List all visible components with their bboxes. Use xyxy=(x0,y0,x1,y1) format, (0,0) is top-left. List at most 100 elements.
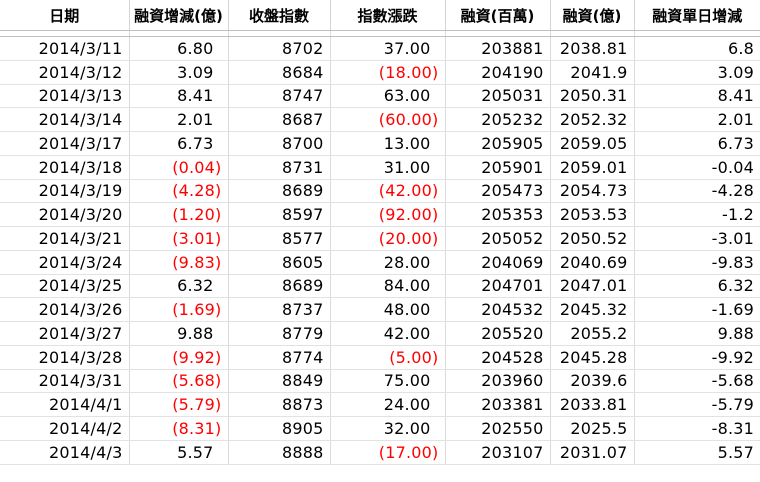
cell-margin-daily-change[interactable]: 9.88 xyxy=(634,321,760,346)
cell-margin-change-yi[interactable]: 6.32 xyxy=(129,274,229,299)
cell-margin-million[interactable]: 204701 xyxy=(445,274,551,299)
cell-margin-daily-change[interactable]: -5.68 xyxy=(634,369,760,394)
cell-margin-million[interactable]: 204532 xyxy=(445,297,551,322)
cell-margin-million[interactable]: 203381 xyxy=(445,392,551,417)
header-close-index[interactable]: 收盤指數 xyxy=(228,0,331,31)
cell-margin-daily-change[interactable]: -1.2 xyxy=(634,202,760,227)
cell-date[interactable]: 2014/4/1 xyxy=(0,392,130,417)
cell-date[interactable]: 2014/3/24 xyxy=(0,250,130,275)
cell-margin-million[interactable]: 203107 xyxy=(445,440,551,465)
cell-date[interactable]: 2014/3/27 xyxy=(0,321,130,346)
cell-margin-daily-change[interactable]: -9.92 xyxy=(634,345,760,370)
cell-margin-daily-change[interactable]: -0.04 xyxy=(634,155,760,180)
cell-margin-million[interactable]: 205353 xyxy=(445,202,551,227)
cell-margin-million[interactable]: 205901 xyxy=(445,155,551,180)
cell-margin-million[interactable]: 202550 xyxy=(445,416,551,441)
cell-close-index[interactable]: 8849 xyxy=(228,369,331,394)
cell-margin-change-yi[interactable]: 5.57 xyxy=(129,440,229,465)
cell-margin-daily-change[interactable]: -4.28 xyxy=(634,179,760,204)
cell-index-change[interactable]: (18.00) xyxy=(330,60,446,85)
cell-date[interactable]: 2014/3/25 xyxy=(0,274,130,299)
cell-close-index[interactable]: 8774 xyxy=(228,345,331,370)
cell-close-index[interactable]: 8731 xyxy=(228,155,331,180)
cell-date[interactable]: 2014/3/11 xyxy=(0,36,130,61)
cell-margin-daily-change[interactable]: -9.83 xyxy=(634,250,760,275)
cell-close-index[interactable]: 8684 xyxy=(228,60,331,85)
cell-margin-change-yi[interactable]: 6.80 xyxy=(129,36,229,61)
cell-margin-million[interactable]: 205520 xyxy=(445,321,551,346)
cell-index-change[interactable]: (92.00) xyxy=(330,202,446,227)
cell-margin-yi[interactable]: 2052.32 xyxy=(550,107,635,132)
header-margin-yi[interactable]: 融資(億) xyxy=(550,0,635,31)
cell-index-change[interactable]: 24.00 xyxy=(330,392,446,417)
cell-index-change[interactable]: 28.00 xyxy=(330,250,446,275)
cell-margin-yi[interactable]: 2025.5 xyxy=(550,416,635,441)
cell-date[interactable]: 2014/3/12 xyxy=(0,60,130,85)
cell-date[interactable]: 2014/3/17 xyxy=(0,131,130,156)
cell-close-index[interactable]: 8597 xyxy=(228,202,331,227)
cell-margin-change-yi[interactable]: (5.79) xyxy=(129,392,229,417)
cell-margin-million[interactable]: 205905 xyxy=(445,131,551,156)
cell-index-change[interactable]: 75.00 xyxy=(330,369,446,394)
cell-margin-million[interactable]: 204069 xyxy=(445,250,551,275)
cell-date[interactable]: 2014/3/31 xyxy=(0,369,130,394)
cell-close-index[interactable]: 8905 xyxy=(228,416,331,441)
cell-margin-change-yi[interactable]: (1.20) xyxy=(129,202,229,227)
cell-date[interactable]: 2014/4/3 xyxy=(0,440,130,465)
cell-margin-change-yi[interactable]: (4.28) xyxy=(129,179,229,204)
cell-index-change[interactable]: (42.00) xyxy=(330,179,446,204)
cell-index-change[interactable]: 37.00 xyxy=(330,36,446,61)
cell-index-change[interactable]: 42.00 xyxy=(330,321,446,346)
cell-close-index[interactable]: 8700 xyxy=(228,131,331,156)
cell-margin-change-yi[interactable]: 2.01 xyxy=(129,107,229,132)
cell-date[interactable]: 2014/3/18 xyxy=(0,155,130,180)
cell-close-index[interactable]: 8605 xyxy=(228,250,331,275)
cell-margin-daily-change[interactable]: -1.69 xyxy=(634,297,760,322)
cell-close-index[interactable]: 8702 xyxy=(228,36,331,61)
cell-close-index[interactable]: 8687 xyxy=(228,107,331,132)
cell-date[interactable]: 2014/3/21 xyxy=(0,226,130,251)
cell-close-index[interactable]: 8689 xyxy=(228,179,331,204)
cell-margin-million[interactable]: 204190 xyxy=(445,60,551,85)
cell-margin-change-yi[interactable]: (3.01) xyxy=(129,226,229,251)
cell-index-change[interactable]: 48.00 xyxy=(330,297,446,322)
cell-margin-yi[interactable]: 2041.9 xyxy=(550,60,635,85)
cell-close-index[interactable]: 8888 xyxy=(228,440,331,465)
header-date[interactable]: 日期 xyxy=(0,0,130,31)
cell-margin-daily-change[interactable]: 8.41 xyxy=(634,84,760,109)
cell-date[interactable]: 2014/3/20 xyxy=(0,202,130,227)
cell-index-change[interactable]: (17.00) xyxy=(330,440,446,465)
cell-margin-yi[interactable]: 2053.53 xyxy=(550,202,635,227)
cell-close-index[interactable]: 8747 xyxy=(228,84,331,109)
cell-margin-change-yi[interactable]: 9.88 xyxy=(129,321,229,346)
cell-margin-change-yi[interactable]: 6.73 xyxy=(129,131,229,156)
cell-index-change[interactable]: 32.00 xyxy=(330,416,446,441)
cell-close-index[interactable]: 8577 xyxy=(228,226,331,251)
cell-date[interactable]: 2014/3/26 xyxy=(0,297,130,322)
cell-margin-change-yi[interactable]: (0.04) xyxy=(129,155,229,180)
cell-margin-million[interactable]: 203881 xyxy=(445,36,551,61)
cell-margin-change-yi[interactable]: (1.69) xyxy=(129,297,229,322)
cell-margin-daily-change[interactable]: 6.73 xyxy=(634,131,760,156)
cell-margin-yi[interactable]: 2045.32 xyxy=(550,297,635,322)
header-margin-change-yi[interactable]: 融資增減(億) xyxy=(129,0,229,31)
cell-date[interactable]: 2014/4/2 xyxy=(0,416,130,441)
cell-index-change[interactable]: 13.00 xyxy=(330,131,446,156)
cell-margin-yi[interactable]: 2031.07 xyxy=(550,440,635,465)
cell-margin-yi[interactable]: 2050.52 xyxy=(550,226,635,251)
cell-margin-yi[interactable]: 2033.81 xyxy=(550,392,635,417)
cell-margin-daily-change[interactable]: 3.09 xyxy=(634,60,760,85)
header-margin-million[interactable]: 融資(百萬) xyxy=(445,0,551,31)
cell-margin-yi[interactable]: 2059.05 xyxy=(550,131,635,156)
cell-margin-yi[interactable]: 2050.31 xyxy=(550,84,635,109)
cell-margin-yi[interactable]: 2038.81 xyxy=(550,36,635,61)
cell-close-index[interactable]: 8689 xyxy=(228,274,331,299)
cell-close-index[interactable]: 8779 xyxy=(228,321,331,346)
cell-margin-change-yi[interactable]: (5.68) xyxy=(129,369,229,394)
cell-index-change[interactable]: (60.00) xyxy=(330,107,446,132)
cell-margin-million[interactable]: 205232 xyxy=(445,107,551,132)
cell-margin-yi[interactable]: 2047.01 xyxy=(550,274,635,299)
cell-date[interactable]: 2014/3/14 xyxy=(0,107,130,132)
cell-margin-million[interactable]: 205473 xyxy=(445,179,551,204)
cell-margin-change-yi[interactable]: (9.83) xyxy=(129,250,229,275)
